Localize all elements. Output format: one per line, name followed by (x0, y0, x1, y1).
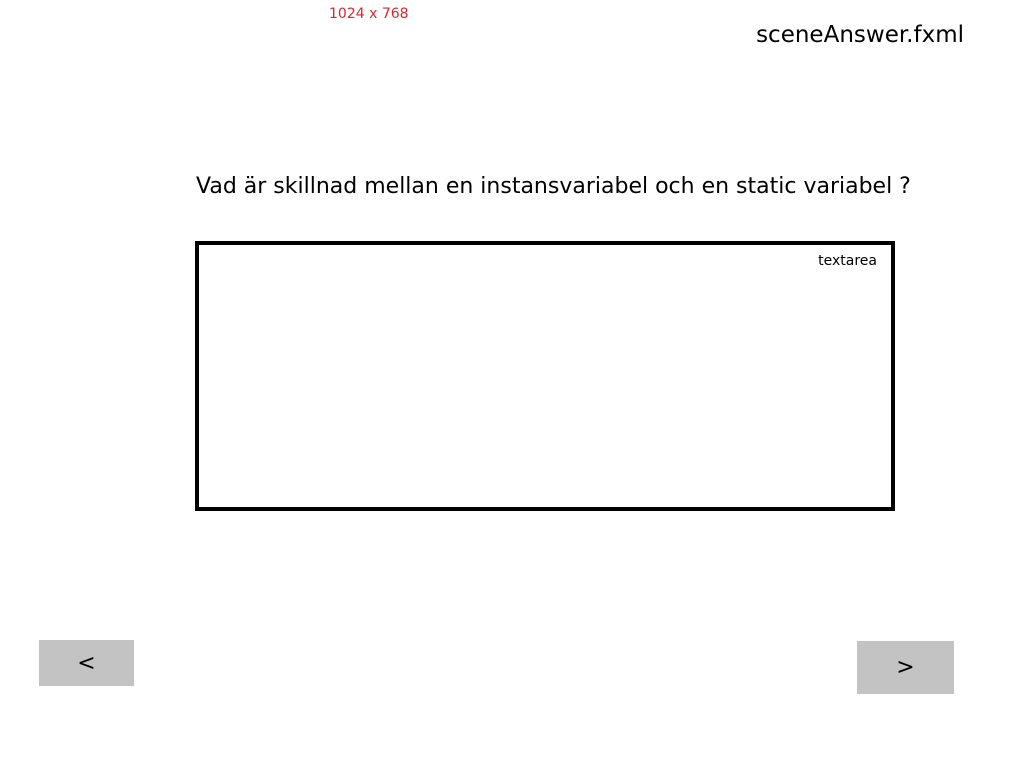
question-text: Vad är skillnad mellan en instansvariabe… (196, 174, 911, 199)
answer-textarea[interactable] (199, 245, 891, 507)
previous-button[interactable]: < (39, 640, 134, 686)
scene-file-name: sceneAnswer.fxml (756, 22, 964, 48)
next-button[interactable]: > (857, 641, 954, 694)
scene-canvas: 1024 x 768 sceneAnswer.fxml Vad är skill… (0, 0, 1024, 768)
dimension-note: 1024 x 768 (329, 6, 409, 22)
answer-box[interactable]: textarea (195, 241, 895, 511)
